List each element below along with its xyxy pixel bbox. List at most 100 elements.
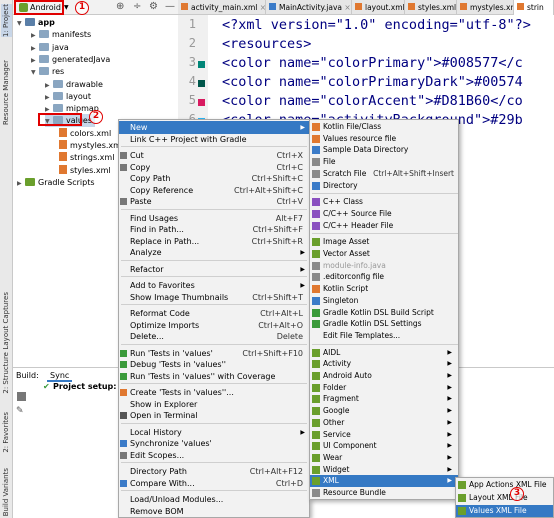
new-menu-item-other[interactable]: Other ▶ xyxy=(310,417,458,429)
menu-item-refactor[interactable]: Refactor ▶ xyxy=(119,263,309,276)
menu-item-run-tests-in-values-with-coverage[interactable]: Run 'Tests in 'values'' with Coverage xyxy=(119,370,309,383)
new-menu-item-activity[interactable]: Activity ▶ xyxy=(310,358,458,370)
xml-menu-item-app-actions-xml-file[interactable]: App Actions XML File xyxy=(456,479,553,491)
new-menu-item-editorconfig-file[interactable]: .editorconfig file xyxy=(310,271,458,283)
tree-item-styles-xml[interactable]: styles.xml xyxy=(59,164,111,177)
menu-item-edit-scopes[interactable]: Edit Scopes... xyxy=(119,449,309,462)
new-menu-item-gradle-kotlin-dsl-settings[interactable]: Gradle Kotlin DSL Settings xyxy=(310,318,458,330)
new-menu-item-service[interactable]: Service ▶ xyxy=(310,429,458,441)
tree-item-strings-xml[interactable]: strings.xml xyxy=(59,151,114,164)
new-menu-item-label: Fragment xyxy=(323,394,359,404)
android-file-icon xyxy=(312,348,320,357)
menu-item-analyze[interactable]: Analyze ▶ xyxy=(119,246,309,259)
new-menu-item-wear[interactable]: Wear ▶ xyxy=(310,452,458,464)
sync-tab[interactable]: Sync xyxy=(47,371,73,382)
new-menu-item-values-resource-file[interactable]: Values resource file xyxy=(310,133,458,145)
new-menu-item-edit-file-templates[interactable]: Edit File Templates... xyxy=(310,330,458,342)
menu-item-link-c-project-with-gradle[interactable]: Link C++ Project with Gradle xyxy=(119,133,309,146)
new-menu-item-c-c-header-file[interactable]: C/C++ Header File xyxy=(310,220,458,232)
project-tool-tab[interactable]: 1: Project xyxy=(1,4,12,37)
new-menu-item-c-class[interactable]: C++ Class xyxy=(310,196,458,208)
editor-tab[interactable]: activity_main.xml × xyxy=(178,0,266,15)
build-variants-tab[interactable]: Build Variants xyxy=(1,468,12,516)
new-menu-item-c-c-source-file[interactable]: C/C++ Source File xyxy=(310,208,458,220)
editor-tab[interactable]: strin xyxy=(514,0,554,15)
structure-tab[interactable]: 2: Structure xyxy=(1,352,12,394)
new-menu-item-vector-asset[interactable]: Vector Asset xyxy=(310,248,458,260)
file-icon xyxy=(408,3,415,10)
line-number: 5 xyxy=(188,93,196,107)
tree-item-colors-xml[interactable]: colors.xml xyxy=(59,127,111,140)
android-file-icon xyxy=(312,477,320,486)
gray-file-icon xyxy=(312,169,320,178)
submenu-arrow-icon: ▶ xyxy=(447,372,452,379)
new-menu-item-kotlin-file-class[interactable]: Kotlin File/Class xyxy=(310,121,458,133)
color-swatch[interactable] xyxy=(198,99,205,106)
close-icon[interactable]: × xyxy=(257,3,265,12)
new-menu-item-aidl[interactable]: AIDL ▶ xyxy=(310,347,458,359)
close-icon[interactable]: × xyxy=(342,3,350,12)
new-menu-item-google[interactable]: Google ▶ xyxy=(310,405,458,417)
tree-item-gradle-scripts[interactable]: ▶ Gradle Scripts xyxy=(17,176,95,189)
new-menu-item-image-asset[interactable]: Image Asset xyxy=(310,236,458,248)
menu-item-paste[interactable]: Paste Ctrl+V xyxy=(119,195,309,208)
menu-item-open-in-terminal[interactable]: Open in Terminal xyxy=(119,409,309,422)
menu-item-show-image-thumbnails[interactable]: Show Image Thumbnails Ctrl+Shift+T xyxy=(119,291,309,304)
hide-icon[interactable]: — xyxy=(165,0,175,14)
compare-icon xyxy=(120,479,127,487)
locate-icon[interactable]: ⊕ xyxy=(116,0,124,14)
editor-tab[interactable]: mystyles.xml × xyxy=(457,0,514,15)
new-menu-item-label: Kotlin Script xyxy=(323,284,369,294)
color-swatch[interactable] xyxy=(198,61,205,68)
tree-item-res[interactable]: ▼ res xyxy=(31,65,64,78)
collapse-icon[interactable]: ÷ xyxy=(133,0,141,14)
gear-icon[interactable]: ⚙ xyxy=(149,0,158,14)
menu-item-compare-with[interactable]: Compare With... Ctrl+D xyxy=(119,477,309,490)
new-menu-item-widget[interactable]: Widget ▶ xyxy=(310,464,458,476)
new-menu-item-gradle-kotlin-dsl-build-script[interactable]: Gradle Kotlin DSL Build Script xyxy=(310,307,458,319)
chevron-down-icon[interactable]: ▼ xyxy=(64,1,69,14)
new-menu-item-sample-data-directory[interactable]: Sample Data Directory xyxy=(310,144,458,156)
new-menu-item-kotlin-script[interactable]: Kotlin Script xyxy=(310,283,458,295)
tree-item-drawable[interactable]: ▶ drawable xyxy=(45,78,103,91)
new-menu-item-folder[interactable]: Folder ▶ xyxy=(310,382,458,394)
android-file-icon xyxy=(312,360,320,369)
new-menu-item-resource-bundle[interactable]: Resource Bundle xyxy=(310,487,458,499)
new-menu-item-ui-component[interactable]: UI Component ▶ xyxy=(310,440,458,452)
editor-tab[interactable]: MainActivity.java × xyxy=(266,0,352,15)
expand-arrow-icon[interactable]: ▼ xyxy=(17,17,25,30)
tree-item-manifests[interactable]: ▶ manifests xyxy=(31,28,91,41)
new-menu-item-label: Widget xyxy=(323,464,350,474)
editor-tab[interactable]: styles.xml × xyxy=(405,0,457,15)
resource-manager-tab[interactable]: Resource Manager xyxy=(1,60,12,125)
tree-item-java[interactable]: ▶ java xyxy=(31,41,69,54)
tree-item-mystyles-xml[interactable]: mystyles.xml xyxy=(59,139,123,152)
tree-item-label: java xyxy=(52,42,69,52)
new-menu-item-scratch-file[interactable]: Scratch File Ctrl+Alt+Shift+Insert xyxy=(310,168,458,180)
build-toggle-icon[interactable] xyxy=(17,392,26,401)
layout-captures-tab[interactable]: Layout Captures xyxy=(1,292,12,350)
new-menu-item-file[interactable]: File xyxy=(310,156,458,168)
color-swatch[interactable] xyxy=(198,80,205,87)
tree-item-layout[interactable]: ▶ layout xyxy=(45,90,91,103)
tree-item-label: app xyxy=(38,18,55,27)
menu-item-delete[interactable]: Delete... Delete xyxy=(119,330,309,343)
favorites-tab[interactable]: 2: Favorites xyxy=(1,412,12,453)
new-menu-item-android-auto[interactable]: Android Auto ▶ xyxy=(310,370,458,382)
menu-separator xyxy=(312,193,458,195)
tree-item-app[interactable]: ▼ app xyxy=(17,16,55,29)
xml-file-icon xyxy=(59,140,67,149)
tree-item-generatedjava[interactable]: ▶ generatedJava xyxy=(31,53,110,66)
editor-tab-label: mystyles.xml xyxy=(470,3,513,12)
new-menu-item-xml[interactable]: XML ▶ xyxy=(310,475,458,488)
expand-arrow-icon[interactable]: ▶ xyxy=(17,177,25,190)
file-icon xyxy=(460,3,467,10)
xml-menu-item-values-xml-file[interactable]: Values XML File xyxy=(456,505,553,517)
pin-icon[interactable]: ✎ xyxy=(16,406,24,416)
new-menu-item-singleton[interactable]: Singleton xyxy=(310,295,458,307)
editor-tab[interactable]: layout.xml × xyxy=(352,0,405,15)
new-menu-item-directory[interactable]: Directory xyxy=(310,180,458,192)
xml-menu-item-layout-xml-file[interactable]: Layout XML File xyxy=(456,492,553,504)
expand-arrow-icon[interactable]: ▼ xyxy=(31,66,39,79)
new-menu-item-fragment[interactable]: Fragment ▶ xyxy=(310,393,458,405)
